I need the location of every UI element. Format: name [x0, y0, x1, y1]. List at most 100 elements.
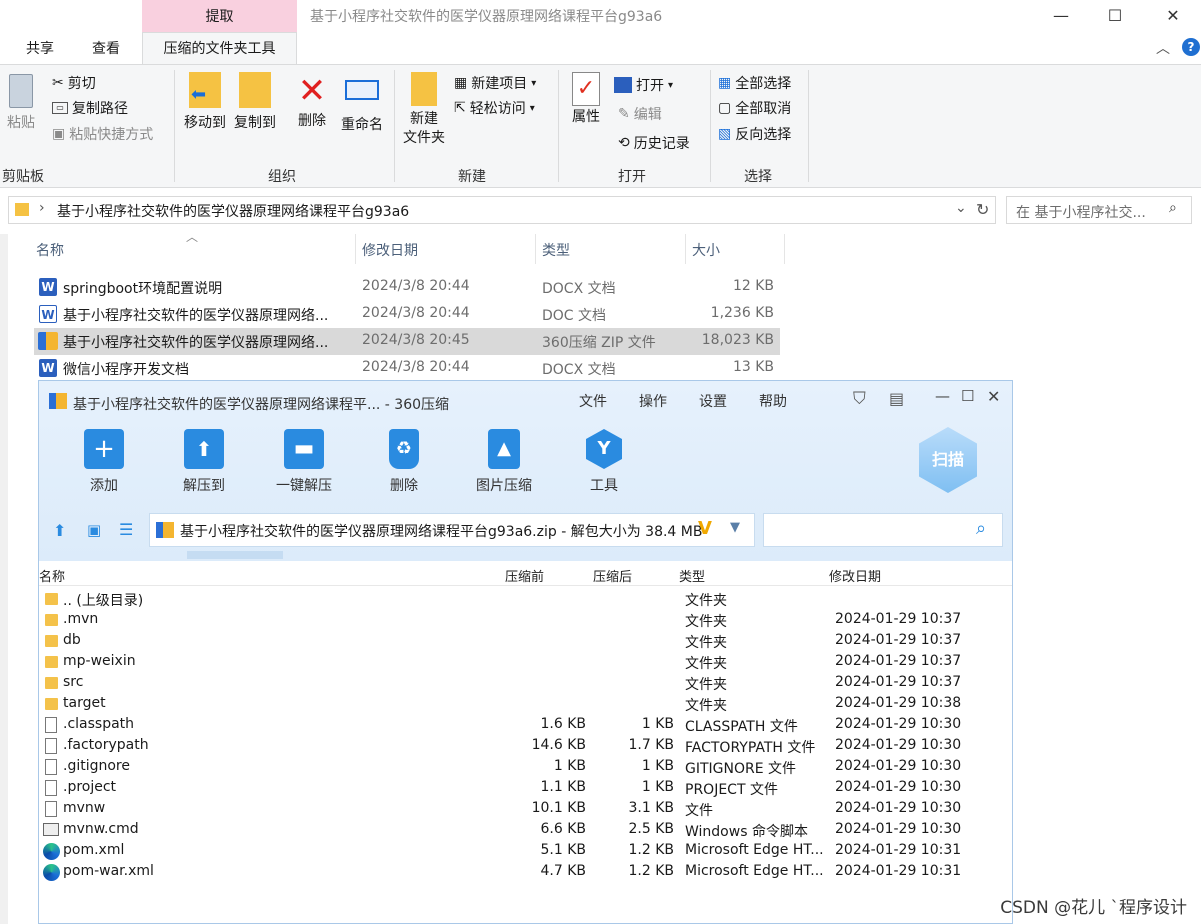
zip-col-date[interactable]: 修改日期 — [829, 566, 881, 585]
move-to-button[interactable]: ⬅ 移动到 — [180, 72, 230, 132]
copy-to-button[interactable]: 复制到 — [230, 72, 280, 132]
tool-image-compress-button[interactable]: ▲ 图片压缩 — [459, 429, 549, 495]
paste-button[interactable]: 粘贴 — [4, 74, 38, 132]
menu-operate[interactable]: 操作 — [639, 391, 667, 411]
copy-path-button[interactable]: ▭ 复制路径 — [52, 97, 128, 119]
paste-shortcut-button[interactable]: ▣ 粘贴快捷方式 — [52, 123, 153, 145]
refresh-icon[interactable]: ↻ — [976, 200, 989, 219]
rename-button[interactable]: 重命名 — [338, 72, 386, 134]
file-row[interactable]: W 微信小程序开发文档 2024/3/8 20:44 DOCX 文档 13 KB — [34, 355, 780, 382]
skin-shirt-icon[interactable]: ⛉ — [853, 389, 866, 409]
move-to-icon: ⬅ — [189, 72, 221, 108]
address-bar[interactable]: › 基于小程序社交软件的医学仪器原理网络课程平台g93a6 ⌄ — [8, 196, 996, 224]
edit-button[interactable]: ✎ 编辑 — [618, 103, 662, 125]
zip-row-name: .. (上级目录) — [63, 593, 144, 609]
zip-minimize-button[interactable]: — — [935, 387, 950, 405]
zip-row[interactable]: .. (上级目录) 文件夹 — [39, 589, 1012, 610]
zip-row[interactable]: .mvn 文件夹 2024-01-29 10:37 — [39, 610, 1012, 631]
zip-search-input[interactable]: ⌕ — [763, 513, 1003, 547]
path-dropdown-icon[interactable]: ▼ — [730, 520, 740, 535]
column-divider[interactable] — [355, 234, 356, 264]
zip-col-after[interactable]: 压缩后 — [593, 566, 632, 585]
zip-path-bar[interactable]: 基于小程序社交软件的医学仪器原理网络课程平台g93a6.zip - 解包大小为 … — [149, 513, 755, 547]
zip-row[interactable]: src 文件夹 2024-01-29 10:37 — [39, 673, 1012, 694]
column-divider[interactable] — [535, 234, 536, 264]
column-header-name[interactable]: 名称 — [36, 240, 64, 260]
collapse-ribbon-icon[interactable]: ︿ — [1156, 38, 1170, 58]
menu-file[interactable]: 文件 — [579, 391, 607, 411]
new-folder-button[interactable]: 新建 文件夹 — [400, 72, 448, 148]
up-arrow-icon[interactable]: ⬆ — [53, 521, 66, 540]
properties-button[interactable]: ✓ 属性 — [566, 72, 606, 126]
context-tab-header: 提取 — [142, 0, 297, 32]
zip-row[interactable]: db 文件夹 2024-01-29 10:37 — [39, 631, 1012, 652]
folder-icon — [45, 614, 58, 626]
zip-col-type[interactable]: 类型 — [679, 566, 705, 585]
easy-access-icon: ⇱ — [454, 100, 466, 116]
move-to-label: 移动到 — [184, 115, 226, 131]
zip-col-name[interactable]: 名称 — [39, 566, 65, 585]
one-click-extract-icon: ▬ — [284, 429, 324, 469]
tool-tools-button[interactable]: Y 工具 — [559, 429, 649, 495]
zip-row[interactable]: .factorypath 14.6 KB 1.7 KB FACTORYPATH 文件 2… — [39, 736, 1012, 757]
zip-row[interactable]: .project 1.1 KB 1 KB PROJECT 文件 2024-01-29 1… — [39, 778, 1012, 799]
list-view-icon[interactable]: ☰ — [119, 520, 133, 539]
column-header-type[interactable]: 类型 — [542, 240, 570, 260]
zip-maximize-button[interactable]: ☐ — [961, 387, 974, 405]
zip-row[interactable]: .classpath 1.6 KB 1 KB CLASSPATH 文件 2024-01-… — [39, 715, 1012, 736]
zip-row[interactable]: pom-war.xml 4.7 KB 1.2 KB Microsoft Edge HT… — [39, 862, 1012, 883]
zip-close-button[interactable]: ✕ — [987, 387, 1000, 406]
menu-settings[interactable]: 设置 — [699, 391, 727, 411]
tab-compressed-folder-tools-label: 压缩的文件夹工具 — [163, 41, 276, 57]
tab-compressed-folder-tools[interactable]: 压缩的文件夹工具 — [142, 32, 297, 65]
dropdown-arrow-icon: ▾ — [668, 79, 674, 91]
zip-row-before: 1 KB — [553, 758, 586, 774]
file-name: springboot环境配置说明 — [63, 281, 223, 297]
tool-add-label: 添加 — [90, 478, 118, 494]
tab-share[interactable]: 共享 — [26, 38, 54, 58]
easy-access-button[interactable]: ⇱ 轻松访问 ▾ — [454, 97, 535, 119]
new-item-button[interactable]: ▦ 新建项目 ▾ — [454, 72, 536, 94]
zip-row[interactable]: mp-weixin 文件夹 2024-01-29 10:37 — [39, 652, 1012, 673]
feedback-icon[interactable]: ▤ — [889, 389, 904, 408]
tab-view[interactable]: 查看 — [92, 38, 120, 58]
tool-add-button[interactable]: + 添加 — [59, 429, 149, 495]
zip-row[interactable]: mvnw 10.1 KB 3.1 KB 文件 2024-01-29 10:30 — [39, 799, 1012, 820]
search-input[interactable]: 在 基于小程序社交... ⌕ — [1006, 196, 1192, 224]
tool-extract-to-button[interactable]: ⬆ 解压到 — [159, 429, 249, 495]
file-row[interactable]: W springboot环境配置说明 2024/3/8 20:44 DOCX 文… — [34, 274, 780, 301]
thumbnail-view-icon[interactable]: ▣ — [87, 521, 101, 539]
file-row[interactable]: W 基于小程序社交软件的医学仪器原理网络... 2024/3/8 20:44 D… — [34, 301, 780, 328]
invert-selection-button[interactable]: ▧ 反向选择 — [718, 123, 791, 145]
help-icon[interactable]: ? — [1182, 38, 1200, 56]
column-divider[interactable] — [784, 234, 785, 264]
minimize-button[interactable]: — — [1038, 0, 1084, 30]
column-divider[interactable] — [685, 234, 686, 264]
delete-button[interactable]: ✕ 删除 — [292, 72, 332, 130]
file-row-selected[interactable]: 基于小程序社交软件的医学仪器原理网络... 2024/3/8 20:45 360… — [34, 328, 780, 355]
zip-col-before[interactable]: 压缩前 — [505, 566, 544, 585]
zip-row[interactable]: pom.xml 5.1 KB 1.2 KB Microsoft Edge HT... 2… — [39, 841, 1012, 862]
zip-row[interactable]: target 文件夹 2024-01-29 10:38 — [39, 694, 1012, 715]
select-none-button[interactable]: ▢ 全部取消 — [718, 97, 791, 119]
window-title: 基于小程序社交软件的医学仪器原理网络课程平台g93a6 — [310, 9, 663, 25]
tool-one-click-extract-button[interactable]: ▬ 一键解压 — [259, 429, 349, 495]
tool-delete-button[interactable]: ♻ 删除 — [359, 429, 449, 495]
history-button[interactable]: ⟲ 历史记录 — [618, 132, 690, 154]
zip-row[interactable]: mvnw.cmd 6.6 KB 2.5 KB Windows 命令脚本 2024-01-… — [39, 820, 1012, 841]
zip-row-type: 文件夹 — [685, 614, 727, 630]
maximize-button[interactable]: ☐ — [1092, 0, 1138, 30]
address-dropdown-icon[interactable]: ⌄ — [955, 200, 967, 216]
close-button[interactable]: ✕ — [1150, 0, 1196, 30]
column-header-date[interactable]: 修改日期 — [362, 240, 418, 260]
cut-button[interactable]: ✂ 剪切 — [52, 72, 96, 94]
column-header-size[interactable]: 大小 — [692, 240, 720, 260]
select-all-button[interactable]: ▦ 全部选择 — [718, 72, 791, 94]
menu-help[interactable]: 帮助 — [759, 391, 787, 411]
open-button[interactable]: 打开 ▾ — [614, 74, 673, 96]
zip-search-icon[interactable]: ⌕ — [976, 518, 986, 539]
zip-row-before: 5.1 KB — [540, 842, 587, 858]
new-folder-label: 新建 文件夹 — [403, 111, 445, 146]
tool-image-compress-label: 图片压缩 — [476, 478, 532, 494]
zip-row[interactable]: .gitignore 1 KB 1 KB GITIGNORE 文件 2024-01-29… — [39, 757, 1012, 778]
